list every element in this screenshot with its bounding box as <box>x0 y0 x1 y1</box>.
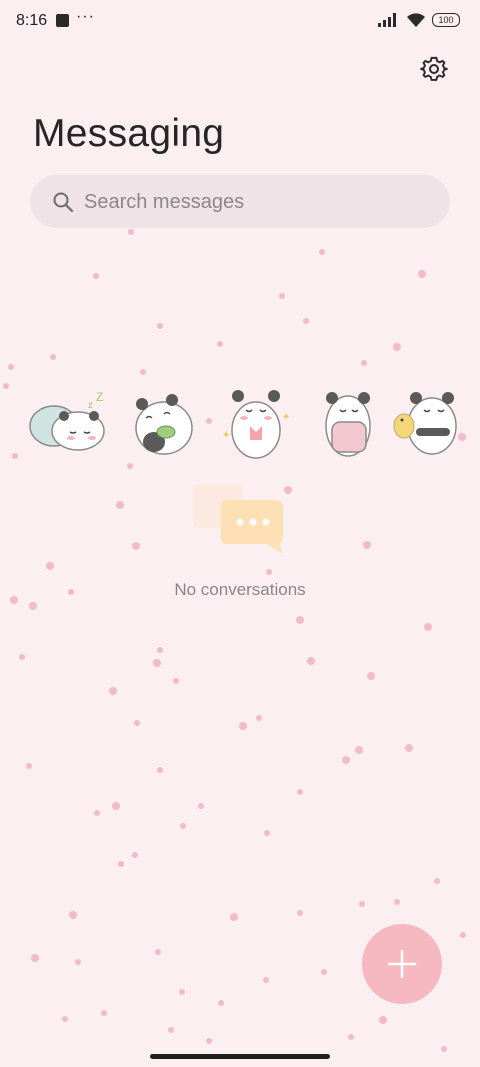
new-conversation-button[interactable] <box>362 924 442 1004</box>
page-title: Messaging <box>33 112 225 155</box>
search-icon <box>53 192 74 213</box>
plus-icon <box>387 949 417 979</box>
panda-stickers: zZ ✦ ✦ <box>26 386 457 466</box>
sleeping-panda-sticker: zZ <box>29 390 105 451</box>
status-indicators: 100 <box>378 12 460 28</box>
empty-state-text: No conversations <box>174 580 306 599</box>
svg-text:Z: Z <box>96 390 103 404</box>
wifi-icon <box>407 13 425 27</box>
svg-text:✦: ✦ <box>282 412 290 423</box>
signal-icon <box>378 13 396 27</box>
search-input[interactable]: Search messages <box>84 191 244 214</box>
home-indicator[interactable] <box>150 1054 330 1059</box>
status-time: 8:16 <box>16 12 48 29</box>
status-bar: 8:16 ··· 100 <box>0 0 480 44</box>
svg-text:✦: ✦ <box>222 430 230 441</box>
search-bar[interactable]: Search messages <box>30 175 450 228</box>
panda-with-cucumber-sticker <box>135 394 193 455</box>
notification-square-icon <box>56 14 69 27</box>
svg-text:z: z <box>88 400 93 411</box>
chat-bubble-icon <box>193 484 283 554</box>
status-more-icon: ··· <box>76 8 95 25</box>
panda-hugging-pillow-sticker <box>325 392 371 457</box>
gear-icon[interactable] <box>420 55 448 83</box>
panda-with-chick-sticker <box>393 392 457 455</box>
panda-with-pink-bow-sticker: ✦✦ <box>222 390 290 459</box>
battery-icon: 100 <box>432 13 460 27</box>
